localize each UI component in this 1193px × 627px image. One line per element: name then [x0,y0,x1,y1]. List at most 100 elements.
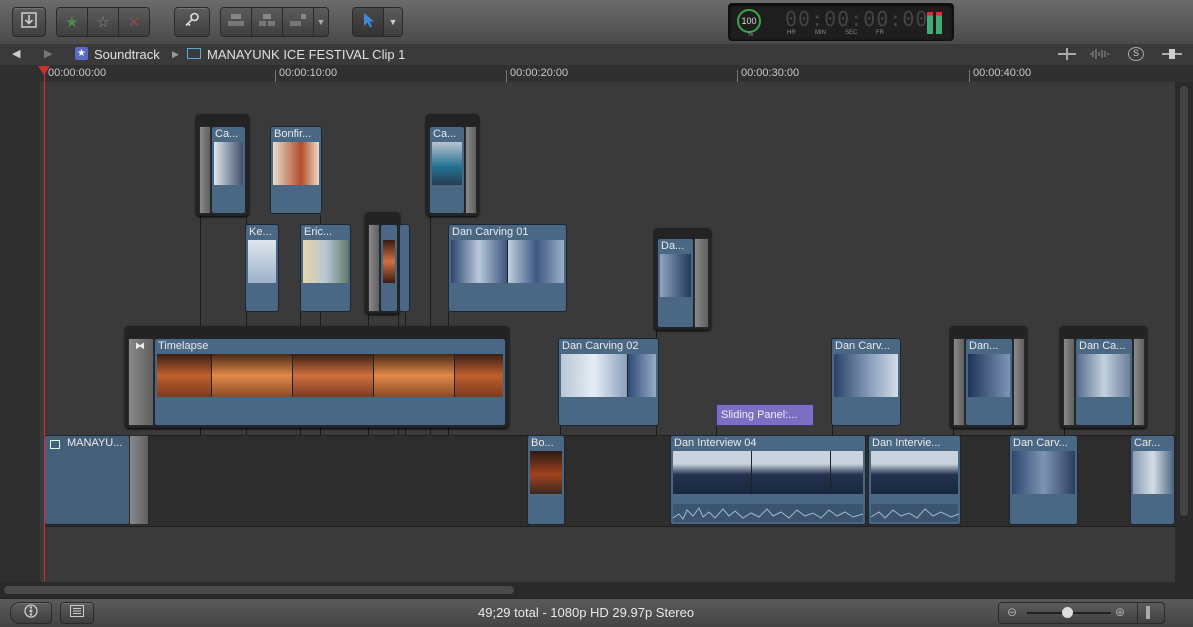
ruler-tick [506,70,507,82]
zoom-out-icon[interactable]: ⊖ [1007,605,1017,619]
timecode-unit-min: MIN [815,30,826,36]
insert-clip-button[interactable] [252,8,283,36]
connection-line [716,426,717,435]
star-outline-icon: ☆ [96,14,110,31]
film-reel-icon [23,603,39,623]
vertical-scrollbar[interactable] [1175,82,1193,582]
import-button[interactable] [12,7,46,37]
clip-title: Dan Carv... [1013,437,1068,449]
playhead[interactable] [44,65,45,582]
connected-clip[interactable]: Ca... [211,126,246,214]
transition-handle[interactable] [368,224,380,312]
timecode-unit-hr: HR [787,30,796,36]
rating-group: ★ ☆ ✕ [56,7,150,37]
dashboard[interactable]: 100 % 00:00:00:00 HR MIN SEC FR [728,3,954,41]
import-down-icon [20,11,38,34]
chevron-down-icon: ▼ [388,17,398,27]
zoom-control: ⊖ ⊕ [998,602,1165,624]
horizontal-scrollbar[interactable] [0,582,1193,598]
title-clip[interactable]: Sliding Panel:... [716,404,814,426]
ruler-label: 00:00:20:00 [510,67,569,79]
timecode-display: 00:00:00:00 [785,7,929,31]
snapping-icon[interactable] [1162,48,1182,63]
zoom-slider-thumb[interactable] [1062,607,1073,618]
transition-handle[interactable] [953,338,965,426]
primary-clip[interactable]: MANAYU... [44,435,130,525]
audio-waveform-icon[interactable] [1090,48,1110,63]
audio-meter-right[interactable] [936,12,942,34]
clip-name[interactable]: MANAYUNK ICE FESTIVAL Clip 1 [207,47,405,62]
select-tool-button[interactable] [353,8,384,36]
solo-icon[interactable]: S [1128,47,1144,61]
timecode-unit-fr: FR [876,30,884,36]
horizontal-scroll-thumb[interactable] [4,586,514,594]
connected-clip[interactable]: Dan Carving 01 [448,224,567,312]
primary-clip[interactable]: Dan Carv... [1009,435,1078,525]
clip-title: Dan Interview 04 [674,437,757,449]
clip-title: Car... [1134,437,1161,449]
timeline-ruler[interactable]: 00:00:00:00 00:00:10:00 00:00:20:00 00:0… [0,65,1193,83]
playhead-handle[interactable] [38,66,50,75]
transition-handle[interactable] [694,238,709,328]
timeline-gutter [0,82,40,582]
clip-title: Dan Intervie... [872,437,941,449]
append-clip-icon [289,13,307,31]
connected-clip[interactable]: Eric... [300,224,351,312]
vertical-scroll-thumb[interactable] [1180,86,1188,516]
connection-line [560,425,561,435]
connection-line [832,425,833,435]
connected-clip[interactable]: Dan Carv... [831,338,901,426]
clip-title: Ca... [433,128,457,140]
path-separator-icon: ▶ [172,49,179,59]
append-clip-button[interactable] [283,8,314,36]
skimming-icon[interactable] [1146,606,1150,619]
connected-clip[interactable]: Dan... [965,338,1013,426]
timeline-index-button[interactable] [10,602,52,624]
connected-clip[interactable]: Bonfir... [270,126,322,214]
connected-clip[interactable] [399,224,410,312]
connected-clip[interactable]: Ke... [245,224,279,312]
background-tasks-indicator[interactable]: 100 [737,9,761,33]
ruler-label: 00:00:00:00 [48,67,107,79]
clip-title: Eric... [304,226,333,238]
transition-handle[interactable] [1013,338,1025,426]
favorite-button[interactable]: ★ [57,8,88,36]
primary-clip[interactable]: Dan Intervie... [868,435,961,525]
transition-handle[interactable] [1063,338,1075,426]
connected-clip[interactable] [380,224,398,312]
reject-button[interactable]: ✕ [119,8,149,36]
bottom-bar: 49;29 total - 1080p HD 29.97p Stereo ⊖ ⊕ [0,598,1193,627]
audio-meter-left[interactable] [927,12,933,34]
connect-clip-icon [227,13,245,31]
connected-clip[interactable]: Da... [657,238,694,328]
transition-handle[interactable]: ⧓ [128,338,154,426]
transition-handle[interactable] [199,126,211,214]
clip-appearance-icon[interactable] [1058,48,1076,60]
forward-arrow-icon[interactable]: ▶ [44,47,52,60]
unrate-button[interactable]: ☆ [88,8,119,36]
connected-clip[interactable]: Dan Carving 02 [558,338,659,426]
ruler-tick [737,70,738,82]
connect-clip-button[interactable] [221,8,252,36]
transition-handle[interactable] [1133,338,1145,426]
primary-clip[interactable]: Bo... [527,435,565,525]
connected-clip[interactable]: Timelapse [154,338,506,426]
tool-group: ▼ [352,7,403,37]
connected-clip[interactable]: Dan Ca... [1075,338,1133,426]
edit-options-dropdown[interactable]: ▼ [314,8,328,36]
project-star-icon: ★ [75,47,88,60]
clip-list-button[interactable] [60,602,94,624]
audio-waveform [870,504,960,522]
transition-handle[interactable] [465,126,477,214]
zoom-in-icon[interactable]: ⊕ [1115,605,1125,619]
primary-clip[interactable]: Car... [1130,435,1175,525]
connected-clip[interactable]: Ca... [429,126,465,214]
back-arrow-icon[interactable]: ◀ [12,47,20,60]
keyword-button[interactable] [174,7,210,37]
project-name[interactable]: Soundtrack [94,47,160,62]
primary-clip[interactable]: Dan Interview 04 [670,435,866,525]
key-icon [183,11,201,34]
tool-dropdown[interactable]: ▼ [384,8,402,36]
clip-title: Bonfir... [274,128,312,140]
transition-handle[interactable] [129,435,149,525]
